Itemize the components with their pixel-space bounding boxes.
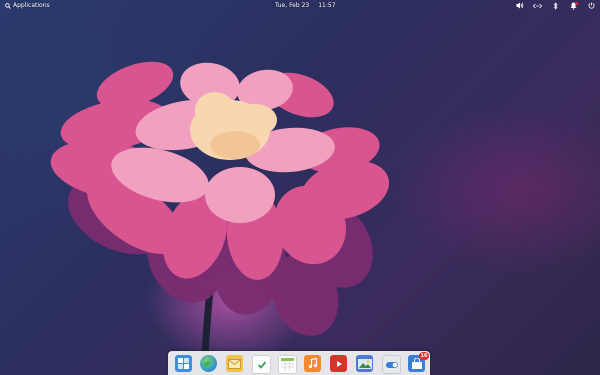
time-label: 11:57 bbox=[318, 2, 336, 9]
power-icon[interactable] bbox=[587, 1, 596, 10]
system-settings-icon[interactable] bbox=[382, 355, 401, 374]
dahlia-flower-image bbox=[50, 61, 390, 375]
web-browser-icon[interactable] bbox=[200, 355, 217, 372]
music-icon[interactable] bbox=[304, 355, 321, 372]
date-time-indicator[interactable]: Tue, Feb 23 11:57 bbox=[275, 2, 336, 9]
desktop-wallpaper bbox=[0, 0, 600, 375]
network-icon[interactable] bbox=[533, 1, 542, 10]
videos-icon[interactable] bbox=[330, 355, 347, 372]
calendar-icon[interactable] bbox=[278, 355, 297, 374]
dock: 16 bbox=[168, 351, 430, 375]
notification-dot bbox=[575, 2, 578, 5]
applications-label: Applications bbox=[13, 2, 50, 9]
appcenter-update-badge: 16 bbox=[419, 352, 429, 360]
multitasking-view-icon[interactable] bbox=[175, 355, 192, 372]
system-indicators bbox=[515, 1, 596, 10]
photos-icon[interactable] bbox=[356, 355, 373, 372]
bluetooth-icon[interactable] bbox=[551, 1, 560, 10]
search-icon bbox=[5, 2, 11, 9]
tasks-icon[interactable] bbox=[252, 355, 271, 374]
notifications-icon[interactable] bbox=[569, 1, 578, 10]
volume-icon[interactable] bbox=[515, 1, 524, 10]
appcenter-icon[interactable]: 16 bbox=[408, 352, 429, 372]
mail-icon[interactable] bbox=[226, 355, 243, 372]
top-panel: Applications Tue, Feb 23 11:57 bbox=[0, 0, 600, 12]
date-label: Tue, Feb 23 bbox=[275, 2, 310, 9]
applications-menu-button[interactable]: Applications bbox=[5, 2, 50, 9]
